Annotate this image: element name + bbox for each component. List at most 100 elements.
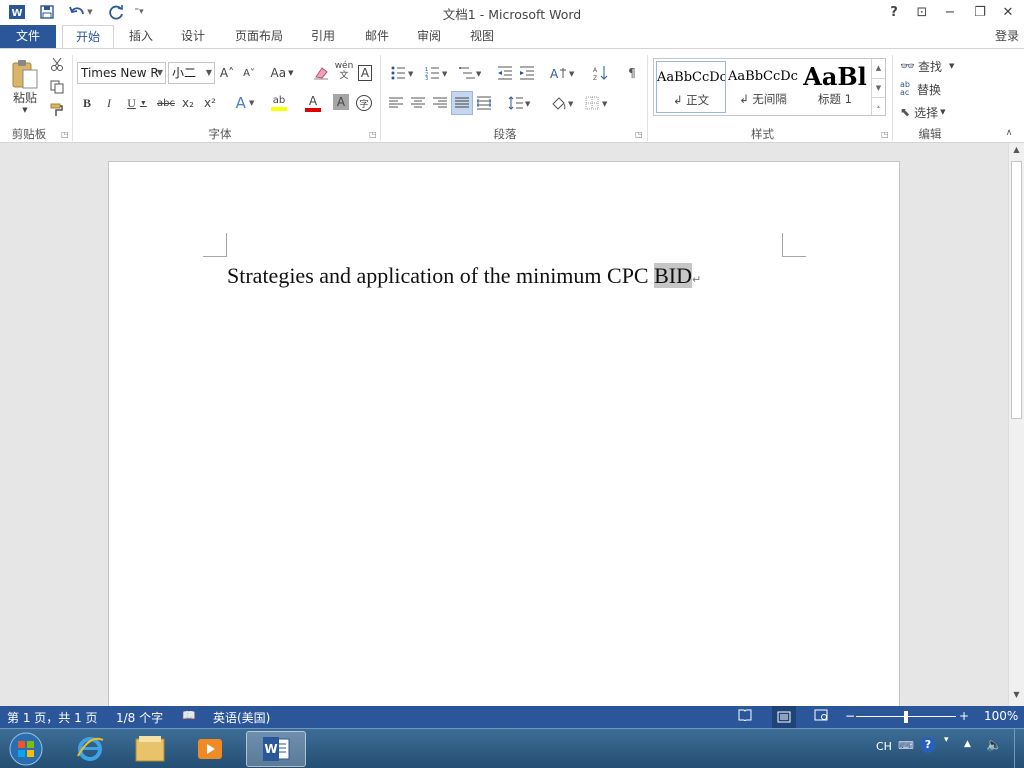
character-shading-button[interactable]: A [333, 94, 349, 110]
align-center-icon[interactable] [408, 92, 428, 114]
tab-view[interactable]: 视图 [461, 25, 503, 49]
zoom-in-button[interactable]: + [959, 709, 969, 723]
ime-indicator[interactable]: CH [876, 740, 892, 753]
styles-more-icon[interactable]: ⩡ [871, 97, 885, 115]
character-border-button[interactable]: A [356, 62, 374, 84]
grow-font-button[interactable]: A˄ [218, 62, 236, 84]
subscript-button[interactable]: x₂ [179, 92, 197, 114]
minimize-button[interactable]: − [936, 0, 964, 24]
multilevel-list-icon[interactable]: ▼ [454, 62, 486, 84]
phonetic-guide-button[interactable]: wén 文 [334, 60, 354, 82]
styles-scroll-up-icon[interactable]: ▲ [871, 59, 885, 78]
paragraph-dialog-launcher-icon[interactable]: ◳ [635, 130, 643, 139]
collapse-ribbon-icon[interactable]: ∧ [1002, 126, 1016, 140]
font-dialog-launcher-icon[interactable]: ◳ [369, 130, 377, 139]
selected-text[interactable]: BID [654, 263, 692, 288]
cut-icon[interactable] [47, 55, 67, 73]
font-name-combo[interactable]: Times New R ▼ [77, 62, 166, 84]
sign-in-link[interactable]: 登录 [990, 25, 1024, 49]
tab-references[interactable]: 引用 [302, 25, 344, 49]
print-layout-icon[interactable] [772, 706, 796, 728]
zoom-out-button[interactable]: − [845, 709, 855, 723]
clipboard-dialog-launcher-icon[interactable]: ◳ [61, 130, 69, 139]
bullets-icon[interactable]: ▼ [386, 62, 418, 84]
page-count[interactable]: 第 1 页，共 1 页 [7, 709, 98, 726]
tab-home[interactable]: 开始 [62, 25, 114, 50]
font-color-button[interactable]: A [298, 92, 328, 114]
keyboard-icon[interactable]: ⌨ [898, 739, 914, 752]
clear-formatting-icon[interactable] [312, 62, 330, 84]
tab-insert[interactable]: 插入 [120, 25, 162, 49]
line-spacing-icon[interactable]: ▼ [505, 92, 535, 114]
ribbon-display-options-button[interactable]: ⊡ [908, 0, 936, 24]
vertical-scrollbar[interactable]: ▲ ▼ [1008, 143, 1024, 706]
help-button[interactable]: ? [880, 0, 908, 24]
change-case-button[interactable]: Aa ▼ [268, 62, 296, 84]
borders-icon[interactable]: ▼ [582, 92, 612, 114]
language-indicator[interactable]: 英语(美国) [213, 709, 270, 726]
find-button[interactable]: 👓 查找 ▼ [900, 55, 962, 77]
copy-icon[interactable] [47, 78, 67, 96]
show-hidden-icons-icon[interactable]: ▲ [964, 739, 971, 749]
ime-help-icon[interactable]: ? [920, 737, 936, 753]
restore-button[interactable]: ❐ [966, 0, 994, 24]
tab-file[interactable]: 文件 [0, 25, 56, 49]
increase-indent-icon[interactable] [517, 62, 537, 84]
read-mode-icon[interactable] [738, 709, 752, 724]
proofing-icon[interactable]: 📖 [182, 709, 196, 722]
document-text[interactable]: Strategies and application of the minimu… [227, 263, 701, 289]
style-no-spacing[interactable]: AaBbCcDc ↲ 无间隔 [728, 61, 798, 113]
word-taskbar-icon[interactable]: W [246, 731, 306, 767]
replace-button[interactable]: ab ac 替换 [900, 78, 962, 100]
underline-button[interactable]: U ▼ [122, 92, 152, 114]
style-heading-1[interactable]: AaBl 标题 1 [800, 61, 870, 113]
styles-scroll-down-icon[interactable]: ▼ [871, 78, 885, 97]
tab-review[interactable]: 审阅 [408, 25, 450, 49]
style-normal[interactable]: AaBbCcDc ↲ 正文 [656, 61, 726, 113]
ime-options-icon[interactable]: ▾ [944, 735, 949, 745]
decrease-indent-icon[interactable] [495, 62, 515, 84]
italic-button[interactable]: I [100, 92, 118, 114]
tab-layout[interactable]: 页面布局 [226, 25, 292, 49]
numbering-icon[interactable]: 1 2 3 ▼ [420, 62, 452, 84]
align-left-icon[interactable] [386, 92, 406, 114]
text-effects-button[interactable]: A ▼ [230, 92, 260, 114]
web-layout-icon[interactable] [814, 709, 828, 724]
zoom-slider-thumb[interactable] [904, 711, 908, 723]
media-player-icon[interactable] [180, 731, 240, 767]
superscript-button[interactable]: x² [201, 92, 219, 114]
strikethrough-button[interactable]: abc [155, 92, 177, 114]
internet-explorer-icon[interactable] [60, 731, 120, 767]
font-size-combo[interactable]: 小二 ▼ [168, 62, 215, 84]
start-button-icon[interactable] [0, 731, 52, 767]
show-formatting-marks-icon[interactable]: ¶ [622, 62, 642, 84]
sort-icon[interactable]: AZ [591, 62, 611, 84]
paste-dropdown-icon[interactable]: ▼ [20, 105, 30, 115]
show-desktop-button[interactable] [1014, 729, 1024, 768]
asian-layout-icon[interactable]: A ▼ [548, 62, 578, 84]
paste-button[interactable]: 粘贴 [8, 89, 42, 105]
styles-gallery: AaBbCcDc ↲ 正文 AaBbCcDc ↲ 无间隔 AaBl 标题 1 ▲… [653, 58, 886, 116]
tab-design[interactable]: 设计 [172, 25, 214, 49]
justify-icon[interactable] [451, 91, 473, 115]
scroll-down-icon[interactable]: ▼ [1009, 690, 1024, 704]
shading-icon[interactable]: ▼ [548, 92, 578, 114]
format-painter-icon[interactable] [47, 101, 67, 119]
highlight-button[interactable]: ab [262, 92, 296, 114]
align-right-icon[interactable] [430, 92, 450, 114]
styles-dialog-launcher-icon[interactable]: ◳ [881, 130, 889, 139]
scroll-up-icon[interactable]: ▲ [1009, 145, 1024, 159]
volume-icon[interactable]: 🔈 [986, 738, 1002, 753]
select-button[interactable]: ⬉ 选择 ▼ [900, 101, 962, 123]
scroll-thumb[interactable] [1011, 161, 1022, 419]
enclose-characters-button[interactable]: 字 [354, 92, 374, 114]
bold-button[interactable]: B [78, 92, 96, 114]
zoom-level[interactable]: 100% [984, 709, 1018, 723]
file-explorer-icon[interactable] [120, 731, 180, 767]
distributed-icon[interactable] [474, 92, 494, 114]
tab-mailings[interactable]: 邮件 [356, 25, 398, 49]
shrink-font-button[interactable]: A˅ [240, 62, 258, 84]
window-title: 文档1 - Microsoft Word [442, 7, 582, 22]
word-count[interactable]: 1/8 个字 [116, 709, 163, 726]
close-button[interactable]: ✕ [994, 0, 1022, 24]
